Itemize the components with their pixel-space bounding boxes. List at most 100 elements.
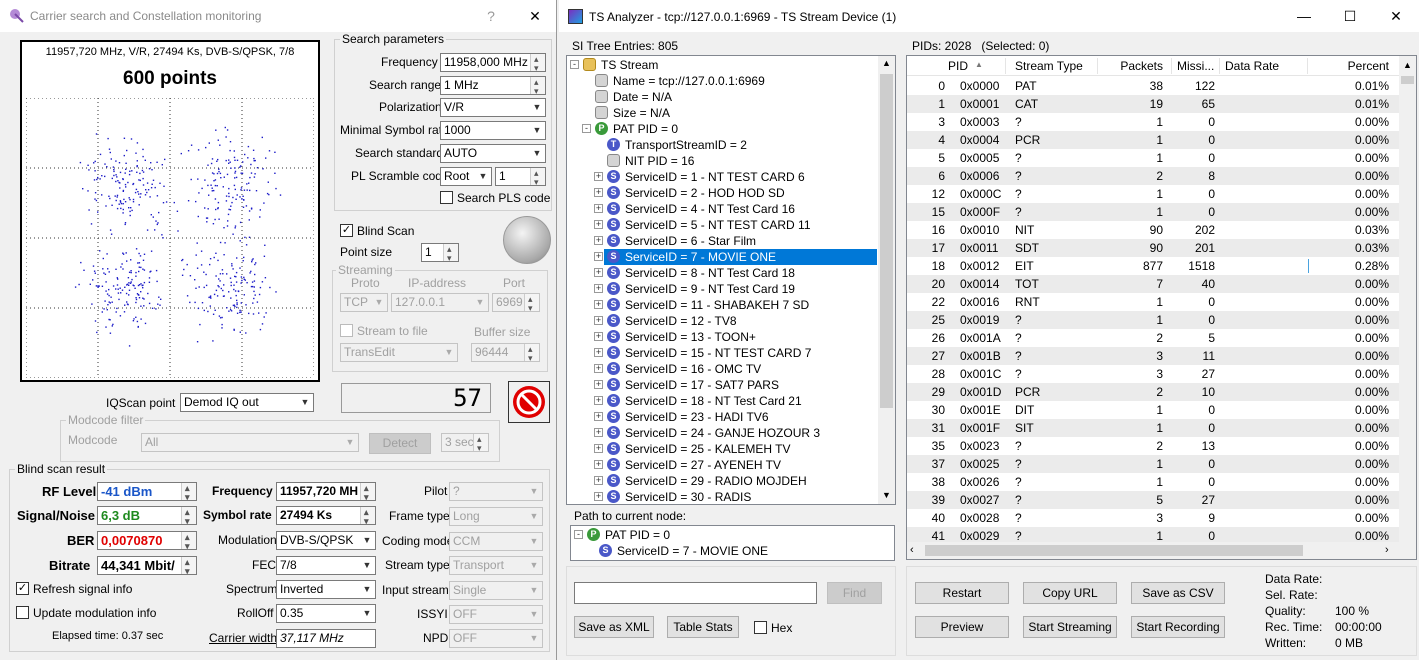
search-range-spin[interactable] (530, 77, 545, 94)
table-row[interactable]: 12 0x000C? 1 0 0.00% (907, 185, 1401, 203)
table-row[interactable]: 20 0x0014 TOT 7 40 0.00% (907, 275, 1401, 293)
tree-node[interactable]: + S ServiceID = 18 - NT Test Card 21 (567, 393, 877, 409)
table-scroll-thumb[interactable] (1401, 76, 1414, 84)
table-row[interactable]: 39 0x0027? 5 27 0.00% (907, 491, 1401, 509)
tree-node[interactable]: + S ServiceID = 27 - AYENEH TV (567, 457, 877, 473)
coding-mode-select[interactable]: CCM ▼ (449, 532, 543, 551)
expand-icon[interactable]: + (594, 380, 603, 389)
col-stream-type[interactable]: Stream Type (1015, 59, 1083, 73)
table-row[interactable]: 3 0x0003? 1 0 0.00% (907, 113, 1401, 131)
tree-scrollbar[interactable]: ▲ ▼ (878, 56, 895, 504)
table-row[interactable]: 22 0x0016 RNT 1 0 0.00% (907, 293, 1401, 311)
point-size-spin[interactable] (443, 244, 458, 261)
result-frequency-spin[interactable] (360, 483, 375, 500)
search-pls-checkbox[interactable] (440, 191, 453, 204)
hex-checkbox[interactable] (754, 621, 767, 634)
expand-icon[interactable]: + (594, 444, 603, 453)
tree-node[interactable]: + S ServiceID = 8 - NT Test Card 18 (567, 265, 877, 281)
scan-logo-icon[interactable] (503, 216, 551, 264)
ber-spin[interactable] (181, 532, 196, 549)
expand-icon[interactable]: + (594, 332, 603, 341)
col-packets[interactable]: Packets (1097, 59, 1163, 73)
si-tree[interactable]: - TS Stream Name = tcp://127.0.0.1:6969 Dat… (566, 55, 896, 505)
tree-node[interactable]: + S ServiceID = 2 - HOD HOD SD (567, 185, 877, 201)
preview-button[interactable]: Preview (915, 616, 1009, 638)
frequency-input[interactable]: 11958,000 MHz (440, 53, 546, 72)
signal-noise-spin[interactable] (181, 507, 196, 524)
expand-icon[interactable]: + (594, 348, 603, 357)
polarization-select[interactable]: V/R ▼ (440, 98, 546, 117)
expand-icon[interactable]: + (594, 412, 603, 421)
buffer-size-input[interactable]: 96444 (471, 343, 540, 362)
table-row[interactable]: 15 0x000F? 1 0 0.00% (907, 203, 1401, 221)
collapse-icon[interactable]: - (570, 60, 579, 69)
tree-node[interactable]: - P PAT PID = 0 (571, 527, 881, 543)
table-row[interactable]: 0 0x0000 PAT 38 122 0.01% (907, 77, 1401, 95)
tree-node[interactable]: + S ServiceID = 9 - NT Test Card 19 (567, 281, 877, 297)
proto-select[interactable]: TCP ▼ (340, 293, 388, 312)
buffer-size-spin[interactable] (524, 344, 539, 361)
pl-scramble-spin[interactable] (530, 168, 545, 185)
expand-icon[interactable]: + (594, 284, 603, 293)
table-row[interactable]: 18 0x0012 EIT 877 1518 0.28% (907, 257, 1401, 275)
expand-icon[interactable]: + (594, 300, 603, 309)
find-button[interactable]: Find (827, 582, 882, 604)
tree-node[interactable]: + S ServiceID = 11 - SHABAKEH 7 SD (567, 297, 877, 313)
issyi-select[interactable]: OFF ▼ (449, 605, 543, 624)
tree-node[interactable]: Date = N/A (567, 89, 877, 105)
expand-icon[interactable]: + (594, 460, 603, 469)
expand-icon[interactable]: + (594, 476, 603, 485)
table-row[interactable]: 40 0x0028? 3 9 0.00% (907, 509, 1401, 527)
tree-node[interactable]: + S ServiceID = 25 - KALEMEH TV (567, 441, 877, 457)
tree-node[interactable]: + S ServiceID = 17 - SAT7 PARS (567, 377, 877, 393)
expand-icon[interactable]: + (594, 204, 603, 213)
table-row[interactable]: 31 0x001F SIT 1 0 0.00% (907, 419, 1401, 437)
rolloff-select[interactable]: 0.35 ▼ (276, 604, 376, 623)
search-range-input[interactable]: 1 MHz (440, 76, 546, 95)
modulation-select[interactable]: DVB-S/QPSK ▼ (276, 531, 376, 550)
stop-button[interactable] (508, 381, 550, 423)
tree-node[interactable]: + S ServiceID = 12 - TV8 (567, 313, 877, 329)
col-percent[interactable]: Percent (1307, 59, 1389, 73)
expand-icon[interactable]: + (594, 172, 603, 181)
find-input[interactable] (574, 582, 817, 604)
tree-node[interactable]: Name = tcp://127.0.0.1:6969 (567, 73, 877, 89)
col-data-rate[interactable]: Data Rate (1225, 59, 1279, 73)
h-scroll-thumb[interactable] (925, 545, 1303, 556)
scroll-up-icon[interactable]: ▲ (1403, 60, 1412, 70)
expand-icon[interactable]: + (594, 268, 603, 277)
symbol-rate-spin[interactable] (360, 507, 375, 524)
bitrate-spin[interactable] (181, 557, 196, 574)
tree-scroll-thumb[interactable] (880, 74, 893, 408)
tree-node[interactable]: + S ServiceID = 23 - HADI TV6 (567, 409, 877, 425)
refresh-signal-checkbox[interactable]: ✓ (16, 582, 29, 595)
table-row[interactable]: 35 0x0023? 2 13 0.00% (907, 437, 1401, 455)
help-button[interactable]: ? (468, 0, 514, 32)
tree-node[interactable]: NIT PID = 16 (567, 153, 877, 169)
tree-node[interactable]: + S ServiceID = 7 - MOVIE ONE (567, 249, 877, 265)
collapse-icon[interactable]: - (574, 530, 583, 539)
close-button[interactable]: ✕ (512, 0, 556, 32)
stream-to-file-checkbox[interactable] (340, 324, 353, 337)
point-size-input[interactable]: 1 (421, 243, 459, 262)
tree-node[interactable]: + S ServiceID = 15 - NT TEST CARD 7 (567, 345, 877, 361)
expand-icon[interactable]: + (594, 220, 603, 229)
table-row[interactable]: 28 0x001C? 3 27 0.00% (907, 365, 1401, 383)
scroll-right-icon[interactable]: › (1385, 544, 1389, 556)
tree-node[interactable]: + S ServiceID = 13 - TOON+ (567, 329, 877, 345)
tree-node[interactable]: + S ServiceID = 4 - NT Test Card 16 (567, 201, 877, 217)
ip-address-select[interactable]: 127.0.0.1 ▼ (391, 293, 489, 312)
save-as-xml-button[interactable]: Save as XML (574, 616, 654, 638)
table-row[interactable]: 17 0x0011 SDT 90 201 0.03% (907, 239, 1401, 257)
detect-button[interactable]: Detect (369, 433, 431, 454)
tree-node[interactable]: + S ServiceID = 30 - RADIS (567, 489, 877, 504)
scroll-left-icon[interactable]: ‹ (910, 544, 914, 556)
table-row[interactable]: 27 0x001B? 3 11 0.00% (907, 347, 1401, 365)
tree-node[interactable]: + S ServiceID = 24 - GANJE HOZOUR 3 (567, 425, 877, 441)
tree-node[interactable]: + S ServiceID = 5 - NT TEST CARD 11 (567, 217, 877, 233)
start-recording-button[interactable]: Start Recording (1131, 616, 1225, 638)
iq-scan-point-select[interactable]: Demod IQ out ▼ (180, 393, 314, 412)
close-button[interactable]: ✕ (1373, 0, 1419, 32)
minimize-button[interactable]: — (1281, 0, 1327, 32)
pl-scramble-code-input[interactable]: 1 (495, 167, 546, 186)
